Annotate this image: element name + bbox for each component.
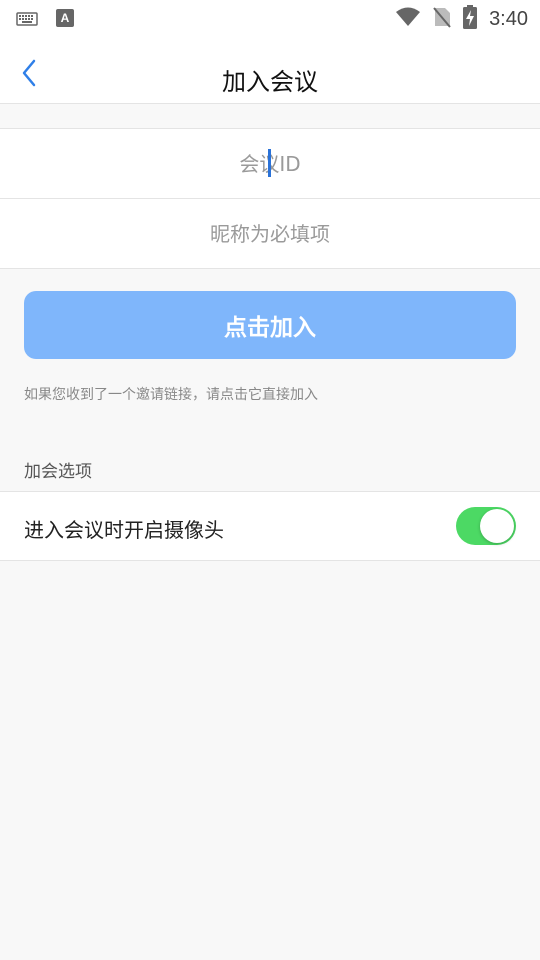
join-form bbox=[0, 128, 540, 269]
status-right: 3:40 bbox=[395, 4, 528, 34]
keyboard-icon bbox=[16, 11, 38, 30]
camera-option-label: 进入会议时开启摄像头 bbox=[24, 518, 224, 542]
status-bar: A 3:40 bbox=[0, 0, 540, 38]
nickname-input[interactable] bbox=[0, 199, 540, 268]
status-left: A bbox=[16, 9, 74, 31]
font-a-icon: A bbox=[56, 9, 74, 31]
no-sim-icon bbox=[433, 6, 451, 32]
svg-text:A: A bbox=[61, 11, 70, 25]
meeting-id-row bbox=[0, 129, 540, 198]
screen: A 3:40 加入会议 会议ID 昵称为必填项 点击加入 如果您收到了一个邀请链… bbox=[0, 0, 540, 960]
options-section-title: 加会选项 bbox=[24, 462, 92, 482]
camera-toggle[interactable] bbox=[456, 507, 516, 545]
camera-option-row: 进入会议时开启摄像头 bbox=[0, 491, 540, 561]
page-title: 加入会议 bbox=[222, 68, 318, 96]
header: 加入会议 bbox=[0, 38, 540, 104]
toggle-knob bbox=[480, 509, 514, 543]
battery-charging-icon bbox=[463, 5, 478, 33]
text-cursor bbox=[268, 149, 271, 177]
wifi-icon bbox=[395, 7, 421, 31]
status-time: 3:40 bbox=[489, 7, 528, 30]
invite-link-hint: 如果您收到了一个邀请链接，请点击它直接加入 bbox=[24, 387, 318, 403]
join-button[interactable]: 点击加入 bbox=[24, 291, 516, 359]
